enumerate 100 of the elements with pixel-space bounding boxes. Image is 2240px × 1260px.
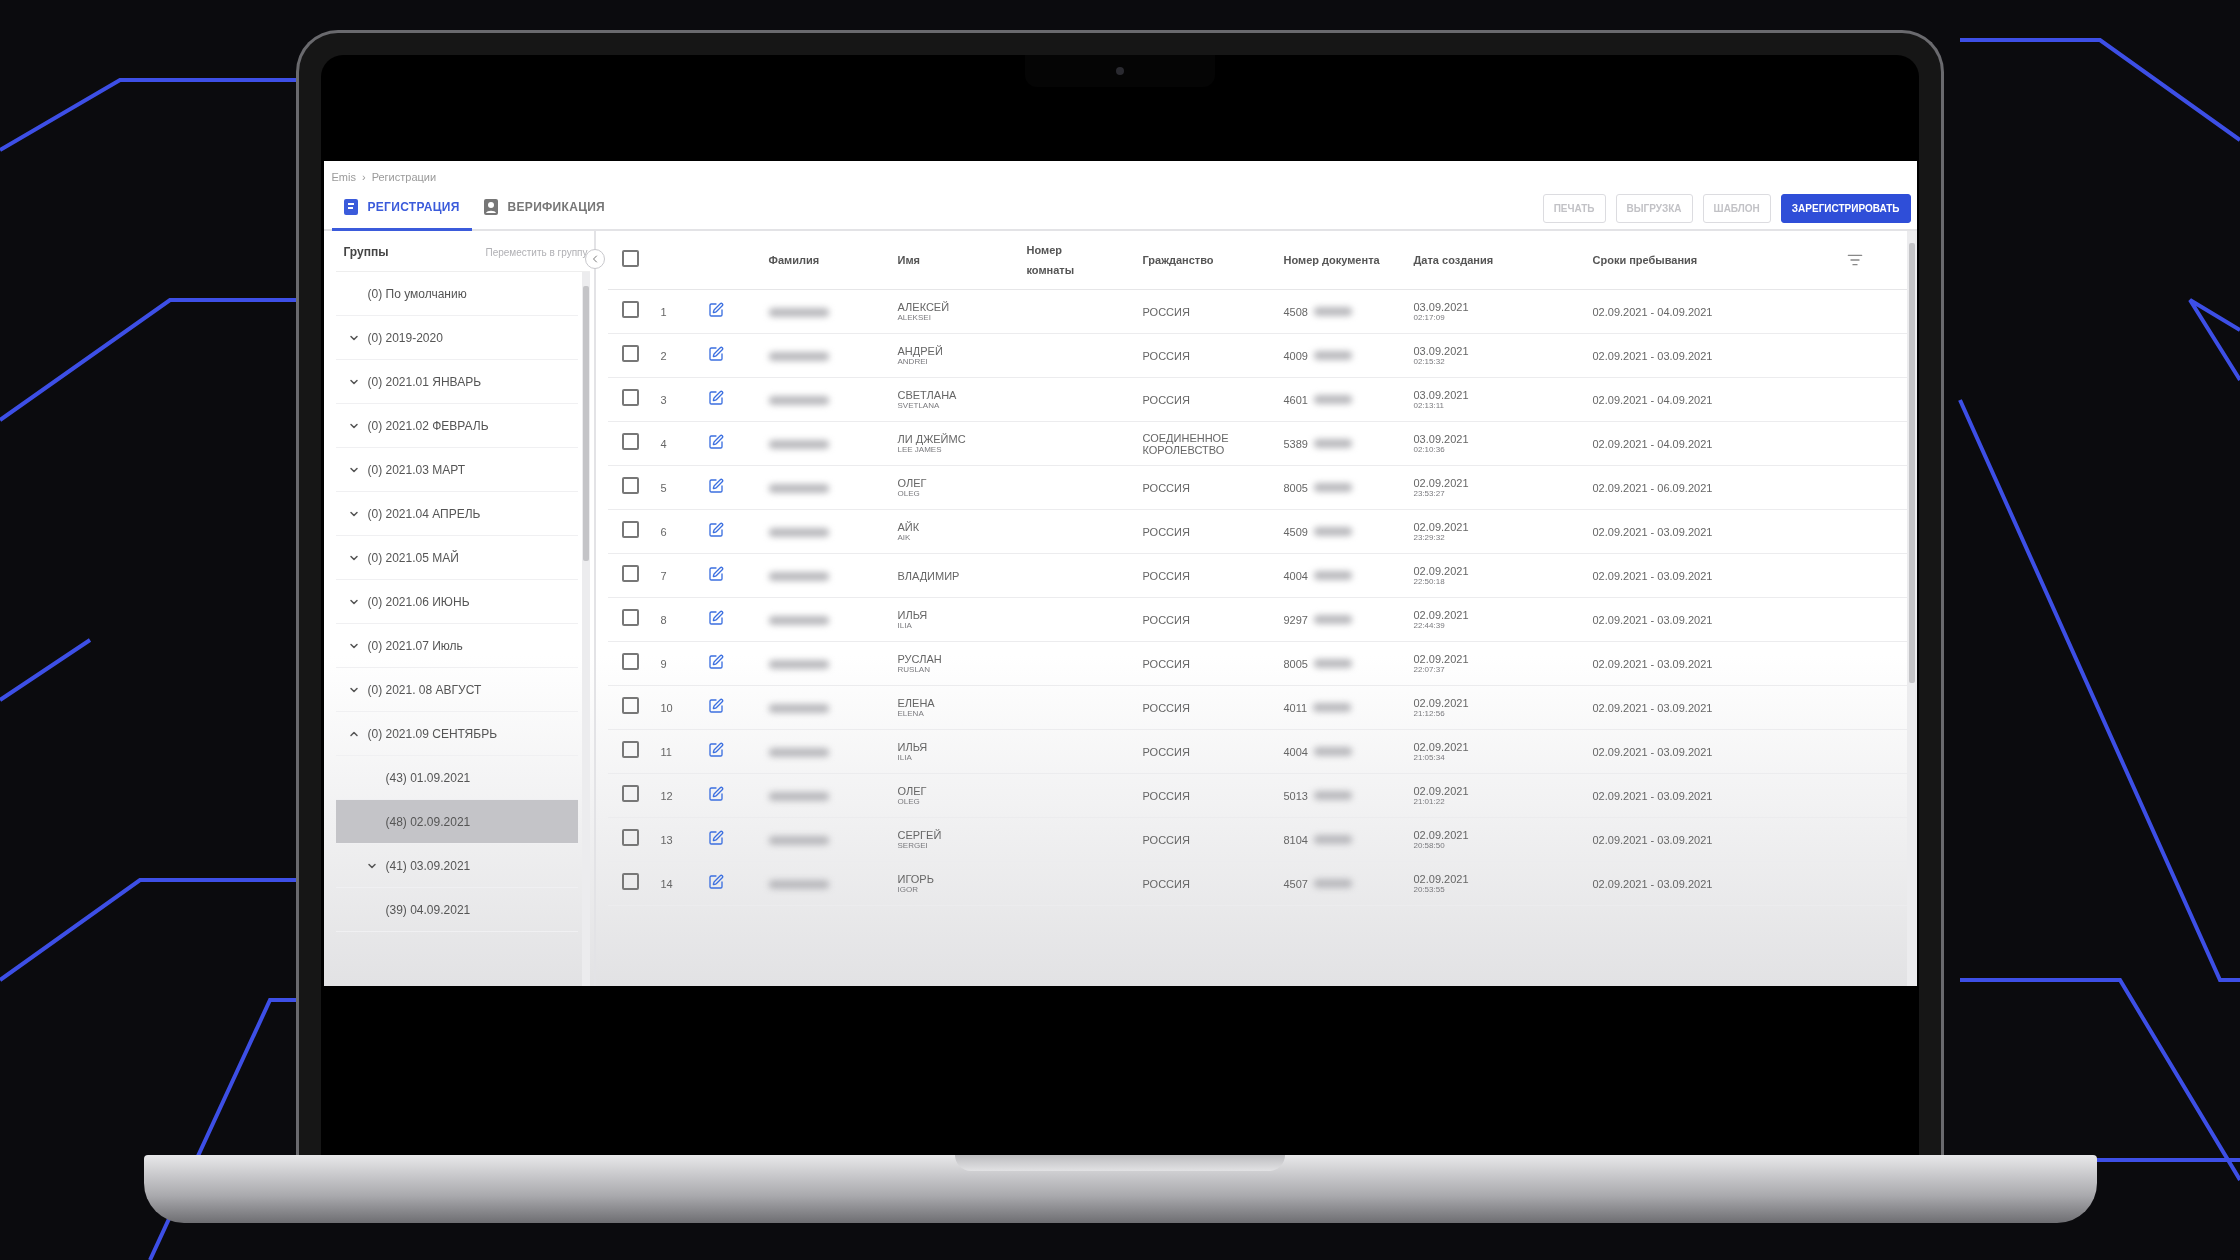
checkbox[interactable] (621, 565, 639, 582)
blurred-text (768, 879, 829, 889)
created-time: 22:44:39 (1413, 621, 1446, 630)
group-item[interactable]: (0) 2021.01 ЯНВАРЬ (335, 360, 578, 404)
edit-icon[interactable] (707, 433, 724, 450)
checkbox[interactable] (621, 653, 639, 670)
citizenship: РОССИЯ (1142, 481, 1191, 494)
blurred-text (768, 835, 829, 845)
latin-name: ALEKSEI (897, 313, 932, 322)
column-header: Фамилия (768, 253, 821, 268)
row-number: 7 (660, 569, 668, 582)
document-icon (343, 199, 358, 215)
group-item[interactable]: (0) 2021.09 СЕНТЯБРЬ (335, 712, 578, 756)
scrollbar[interactable] (1906, 231, 1917, 986)
edit-icon[interactable] (707, 477, 724, 494)
created-date: 02.09.2021 (1413, 697, 1470, 709)
checkbox[interactable] (621, 301, 639, 318)
edit-icon[interactable] (707, 785, 724, 802)
checkbox[interactable] (621, 345, 639, 362)
document-number: 8104 (1283, 833, 1308, 846)
checkbox[interactable] (621, 697, 639, 714)
checkbox[interactable] (621, 873, 639, 890)
blurred-text (1314, 791, 1352, 800)
group-item[interactable]: (0) 2021.02 ФЕВРАЛЬ (335, 404, 578, 448)
checkbox[interactable] (621, 521, 639, 538)
created-date: 03.09.2021 (1413, 301, 1470, 313)
blurred-text (1314, 747, 1352, 756)
created-time: 21:05:34 (1413, 753, 1446, 762)
group-item[interactable]: (0) 2021.07 Июль (335, 624, 578, 668)
group-item[interactable]: (39) 04.09.2021 (335, 888, 578, 932)
row-number: 11 (660, 745, 673, 758)
stay-period: 02.09.2021 - 03.09.2021 (1592, 701, 1714, 714)
edit-icon[interactable] (707, 345, 724, 362)
checkbox[interactable] (621, 741, 639, 758)
checkbox[interactable] (621, 609, 639, 626)
checkbox[interactable] (621, 389, 639, 406)
checkbox[interactable] (621, 477, 639, 494)
edit-icon[interactable] (707, 829, 724, 846)
group-item[interactable]: (48) 02.09.2021 (335, 800, 578, 844)
filter-icon[interactable] (1846, 252, 1863, 268)
citizenship: РОССИЯ (1142, 701, 1191, 714)
row-number: 1 (660, 305, 668, 318)
row-number: 10 (660, 701, 674, 714)
breadcrumb-separator: › (361, 171, 366, 183)
document-number: 4508 (1283, 305, 1308, 318)
citizenship: РОССИЯ (1142, 525, 1191, 538)
row-number: 2 (660, 349, 668, 362)
edit-icon[interactable] (707, 873, 724, 890)
created-time: 23:53:27 (1413, 489, 1446, 498)
edit-icon[interactable] (707, 653, 724, 670)
created-time: 20:58:50 (1413, 841, 1446, 850)
checkbox[interactable] (621, 249, 639, 267)
created-date: 03.09.2021 (1413, 433, 1470, 445)
blurred-text (1314, 615, 1352, 624)
stay-period: 02.09.2021 - 03.09.2021 (1592, 525, 1714, 538)
row-number: 8 (660, 613, 668, 626)
tab[interactable]: РЕГИСТРАЦИЯ (331, 187, 472, 231)
blurred-text (1314, 395, 1352, 404)
register-button[interactable]: ЗАРЕГИСТРИРОВАТЬ (1780, 193, 1911, 223)
blurred-text (1314, 483, 1352, 492)
edit-icon[interactable] (707, 609, 724, 626)
group-item[interactable]: (0) 2019-2020 (335, 316, 578, 360)
group-item[interactable]: (0) По умолчанию (335, 272, 578, 316)
document-number: 8005 (1283, 657, 1308, 670)
group-item[interactable]: (0) 2021.04 АПРЕЛЬ (335, 492, 578, 536)
checkbox[interactable] (621, 785, 639, 802)
stay-period: 02.09.2021 - 04.09.2021 (1592, 437, 1714, 450)
edit-icon[interactable] (707, 521, 724, 538)
edit-icon[interactable] (707, 697, 724, 714)
blurred-text (768, 659, 829, 669)
group-item[interactable]: (0) 2021. 08 АВГУСТ (335, 668, 578, 712)
stay-period: 02.09.2021 - 03.09.2021 (1592, 569, 1714, 582)
group-item[interactable]: (0) 2021.03 МАРТ (335, 448, 578, 492)
tab[interactable]: ВЕРИФИКАЦИЯ (471, 187, 618, 231)
person-icon (483, 199, 498, 215)
edit-icon[interactable] (707, 565, 724, 582)
first-name: ИГОРЬ (897, 873, 935, 885)
latin-name: SERGEI (897, 841, 929, 850)
stay-period: 02.09.2021 - 04.09.2021 (1592, 393, 1714, 406)
scrollbar[interactable] (581, 272, 590, 986)
first-name: ИЛЬЯ (897, 609, 929, 621)
created-date: 02.09.2021 (1413, 609, 1470, 621)
first-name: СВЕТЛАНА (897, 389, 958, 401)
edit-icon[interactable] (707, 389, 724, 406)
row-number: 12 (660, 789, 674, 802)
checkbox[interactable] (621, 829, 639, 846)
blurred-text (1314, 659, 1352, 668)
first-name: АЛЕКСЕЙ (897, 301, 951, 313)
latin-name: IGOR (897, 885, 919, 894)
group-item[interactable]: (0) 2021.06 ИЮНЬ (335, 580, 578, 624)
created-time: 21:12:56 (1413, 709, 1446, 718)
group-item[interactable]: (41) 03.09.2021 (335, 844, 578, 888)
edit-icon[interactable] (707, 741, 724, 758)
row-number: 6 (660, 525, 668, 538)
blurred-text (768, 527, 829, 537)
citizenship: РОССИЯ (1142, 349, 1191, 362)
edit-icon[interactable] (707, 301, 724, 318)
checkbox[interactable] (621, 433, 639, 450)
group-item[interactable]: (0) 2021.05 МАЙ (335, 536, 578, 580)
stay-period: 02.09.2021 - 03.09.2021 (1592, 789, 1714, 802)
